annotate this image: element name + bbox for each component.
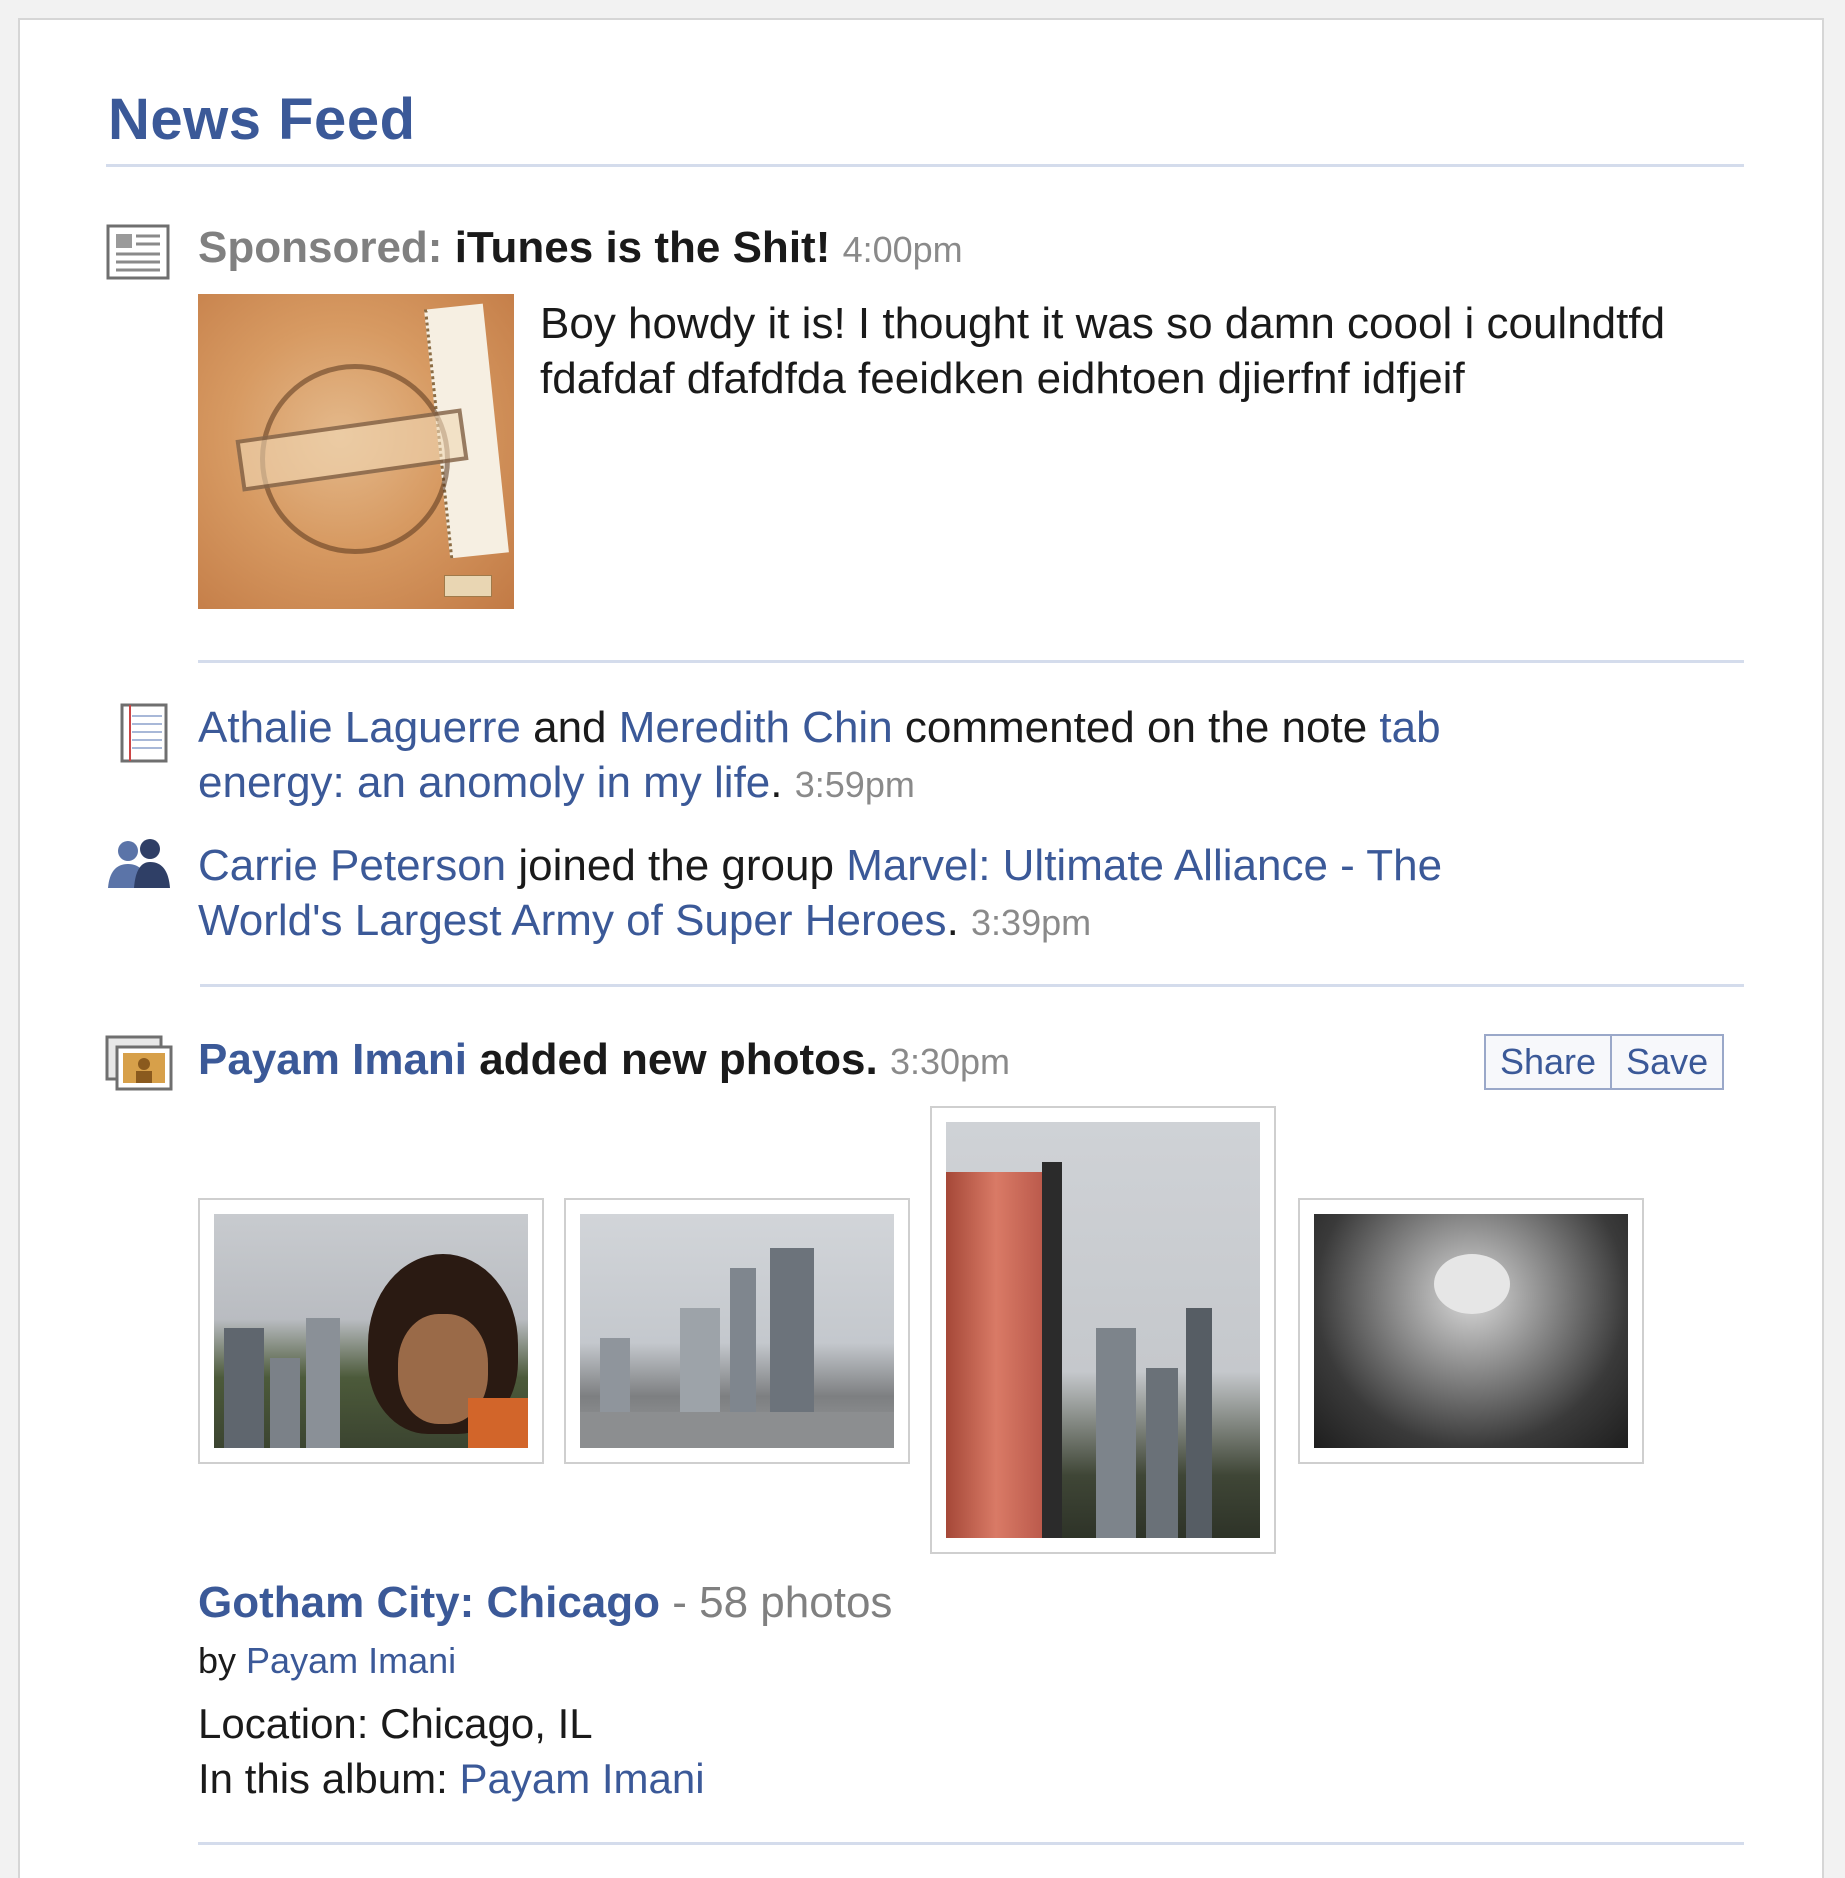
note-title-link-part-2[interactable]: energy: an anomoly in my life xyxy=(198,758,770,807)
photo-thumbnail-1[interactable] xyxy=(198,1198,544,1464)
album-location-line: Location: Chicago, IL xyxy=(198,1696,705,1751)
album-location-value: Chicago, IL xyxy=(380,1700,593,1747)
note-time: 3:59pm xyxy=(794,764,915,805)
note-and-text: and xyxy=(520,703,619,752)
story-divider-2 xyxy=(200,984,1744,987)
share-save-button-group: Share Save xyxy=(1484,1034,1725,1090)
album-in-link[interactable]: Payam Imani xyxy=(459,1755,704,1802)
group-story-line-1: Carrie Peterson joined the group Marvel:… xyxy=(198,838,1442,893)
note-action-text: commented on the note xyxy=(892,703,1380,752)
group-story-line-2: World's Largest Army of Super Heroes. 3:… xyxy=(198,893,1091,950)
sponsored-body: Boy howdy it is! I thought it was so dam… xyxy=(540,299,1666,403)
note-story-line-1: Athalie Laguerre and Meredith Chin comme… xyxy=(198,700,1441,755)
album-by-line: by Payam Imani xyxy=(198,1640,456,1682)
story-divider-3 xyxy=(198,1842,1744,1845)
sponsored-headline-line: Sponsored: iTunes is the Shit! 4:00pm xyxy=(198,220,963,277)
photo-1-image xyxy=(214,1214,528,1448)
ad-image-badge xyxy=(444,575,492,597)
photo-story-line: Payam Imani added new photos. 3:30pm xyxy=(198,1032,1010,1089)
title-divider xyxy=(106,164,1744,167)
note-period: . xyxy=(770,758,783,807)
album-by-label: by xyxy=(198,1640,237,1681)
album-photo-count: - 58 photos xyxy=(672,1578,893,1627)
note-story-line-2: energy: an anomoly in my life. 3:59pm xyxy=(198,755,915,812)
group-actor-link[interactable]: Carrie Peterson xyxy=(198,841,506,890)
album-title-line: Gotham City: Chicago - 58 photos xyxy=(198,1578,892,1628)
album-in-this-line: In this album: Payam Imani xyxy=(198,1751,705,1806)
sponsored-label: Sponsored: xyxy=(198,223,443,272)
group-time: 3:39pm xyxy=(971,902,1092,943)
album-location-label: Location: xyxy=(198,1700,381,1747)
photo-actor-link[interactable]: Payam Imani xyxy=(198,1035,467,1084)
photo-thumbnail-2[interactable] xyxy=(564,1198,910,1464)
photo-2-image xyxy=(580,1214,894,1448)
group-name-link-part-2[interactable]: World's Largest Army of Super Heroes xyxy=(198,896,947,945)
sponsored-time: 4:00pm xyxy=(842,229,963,270)
photo-4-image xyxy=(1314,1214,1628,1448)
news-feed-title: News Feed xyxy=(108,87,416,152)
sponsored-image[interactable] xyxy=(198,294,514,609)
group-icon xyxy=(104,838,174,890)
photo-thumbnail-4[interactable] xyxy=(1298,1198,1644,1464)
album-in-label: In this album: xyxy=(198,1755,460,1802)
share-button[interactable]: Share xyxy=(1486,1036,1610,1088)
group-period: . xyxy=(946,896,959,945)
save-button[interactable]: Save xyxy=(1610,1036,1722,1088)
story-divider-1 xyxy=(198,660,1744,663)
note-actor-2-link[interactable]: Meredith Chin xyxy=(619,703,893,752)
album-title-link[interactable]: Gotham City: Chicago xyxy=(198,1578,660,1627)
group-name-link-part-1[interactable]: Marvel: Ultimate Alliance - The xyxy=(846,841,1442,890)
group-action-text: joined the group xyxy=(506,841,847,890)
photo-action-text: added new photos. xyxy=(467,1035,878,1084)
photo-3-image xyxy=(946,1122,1260,1538)
note-icon xyxy=(118,702,170,764)
photo-thumbnail-3[interactable] xyxy=(930,1106,1276,1554)
note-title-link-part-1[interactable]: tab xyxy=(1379,703,1440,752)
album-meta: Location: Chicago, IL In this album: Pay… xyxy=(198,1696,705,1806)
photo-time: 3:30pm xyxy=(889,1041,1011,1082)
news-icon xyxy=(106,224,170,280)
album-by-link[interactable]: Payam Imani xyxy=(246,1640,456,1681)
note-actor-1-link[interactable]: Athalie Laguerre xyxy=(198,703,521,752)
sponsored-headline[interactable]: iTunes is the Shit! xyxy=(455,223,831,272)
photo-album-icon xyxy=(104,1034,174,1092)
